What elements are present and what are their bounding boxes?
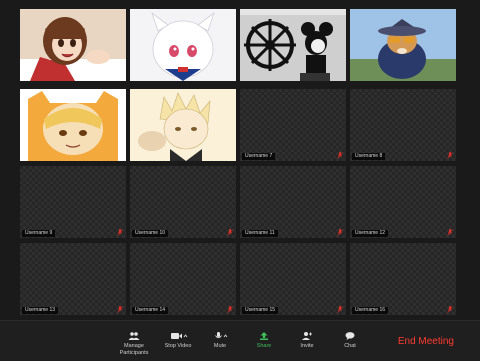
video-grid: Username 7 Username 8 Username 9 Usernam…: [0, 0, 480, 320]
participant-name: Username 11: [242, 230, 278, 237]
muted-microphone-icon: [337, 229, 343, 236]
invite-button[interactable]: Invite: [285, 332, 329, 350]
participant-tile[interactable]: [350, 9, 456, 81]
muted-microphone-icon: [117, 306, 123, 313]
muted-microphone-icon: [447, 229, 453, 236]
end-meeting-button[interactable]: End Meeting: [398, 336, 454, 348]
chevron-up-icon: [183, 334, 188, 338]
participant-video: [130, 9, 236, 81]
muted-microphone-icon: [227, 306, 233, 313]
chat-button[interactable]: Chat: [328, 332, 372, 350]
muted-microphone-icon: [447, 152, 453, 159]
participant-tile[interactable]: Username 10: [130, 166, 236, 238]
participants-icon: [128, 332, 140, 340]
manage-participants-label-line1: Manage: [124, 343, 144, 349]
participant-name: Username 13: [22, 307, 59, 314]
stop-video-label: Stop Video: [164, 343, 192, 349]
share-arrow-icon: [260, 332, 268, 340]
participant-name: Username 10: [132, 230, 169, 237]
participant-name: Username 15: [242, 307, 279, 314]
participant-video: [130, 89, 236, 161]
participant-tile[interactable]: Username 13: [20, 243, 126, 315]
participant-tile[interactable]: [240, 9, 346, 81]
participant-tile[interactable]: [130, 9, 236, 81]
meeting-toolbar: Manage Participants Stop Video Mute Shar…: [0, 320, 480, 361]
manage-participants-label-line2: Participants: [119, 350, 149, 356]
participant-video: [350, 9, 456, 81]
participant-tile[interactable]: Username 15: [240, 243, 346, 315]
muted-microphone-icon: [337, 152, 343, 159]
participant-tile[interactable]: Username 8: [350, 89, 456, 161]
chat-label: Chat: [344, 343, 356, 349]
participant-tile[interactable]: Username 11: [240, 166, 346, 238]
add-person-icon: [302, 332, 312, 340]
muted-microphone-icon: [337, 306, 343, 313]
invite-label: Invite: [300, 343, 314, 349]
stop-video-button[interactable]: Stop Video: [156, 332, 200, 350]
participant-tile[interactable]: Username 12: [350, 166, 456, 238]
mute-label: Mute: [213, 343, 227, 349]
participant-name: Username 8: [352, 153, 386, 160]
participant-name: Username 9: [22, 230, 56, 237]
muted-microphone-icon: [117, 229, 123, 236]
muted-microphone-icon: [447, 306, 453, 313]
muted-microphone-icon: [227, 229, 233, 236]
participant-name: Username 16: [352, 307, 389, 314]
chevron-up-icon: [223, 334, 228, 338]
participant-tile[interactable]: Username 16: [350, 243, 456, 315]
share-label: Share: [256, 343, 272, 349]
microphone-icon: [215, 332, 228, 339]
chat-bubble-icon: [345, 332, 355, 340]
participant-tile[interactable]: Username 14: [130, 243, 236, 315]
video-camera-icon: [171, 333, 188, 339]
participant-tile[interactable]: Username 9: [20, 166, 126, 238]
participant-tile[interactable]: [20, 9, 126, 81]
mute-button[interactable]: Mute: [198, 332, 242, 350]
participant-video: [240, 9, 346, 81]
participant-video: [20, 89, 126, 161]
participant-tile[interactable]: [20, 89, 126, 161]
manage-participants-button[interactable]: Manage Participants: [112, 332, 156, 357]
participant-name: Username 14: [132, 307, 169, 314]
participant-video: [20, 9, 126, 81]
share-button[interactable]: Share: [242, 332, 286, 350]
participant-tile[interactable]: Username 7: [240, 89, 346, 161]
participant-name: Username 12: [352, 230, 389, 237]
participant-name: Username 7: [242, 153, 276, 160]
participant-tile[interactable]: [130, 89, 236, 161]
